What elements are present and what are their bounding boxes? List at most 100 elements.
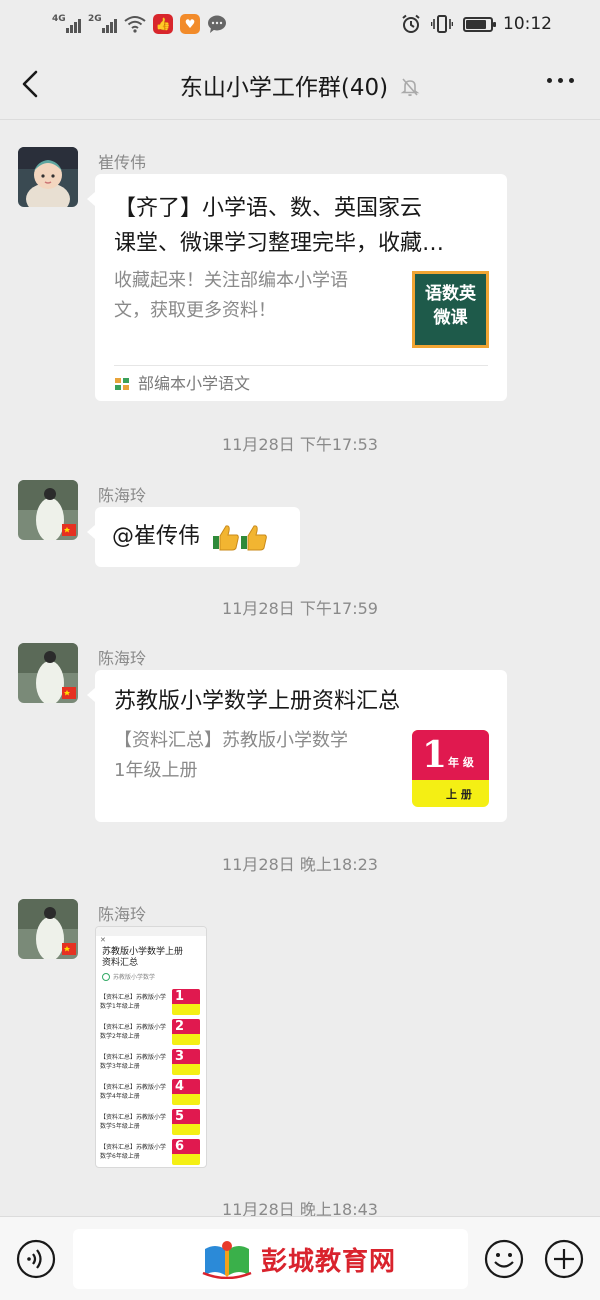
card-thumbnail: 语数英 微课 [412,271,489,348]
image-source-text: 苏教版小学数学 [113,974,156,981]
voice-input-button[interactable] [16,1239,56,1279]
image-row-line-1: 【资料汇总】苏教版小学 [100,1054,167,1061]
timestamp: 11月28日 晚上18:23 [222,855,378,874]
image-row-line-2: 数学5年级上册 [100,1123,140,1130]
image-row-grade-number: 4 [172,1079,200,1094]
status-bar: 4G 2G 👍 ♥ 10:12 [0,0,600,48]
status-right: 10:12 [401,12,552,36]
image-row-thumbnail: 1 [172,989,200,1015]
chat-header: 东山小学工作群(40) [0,48,600,120]
image-row-grade-number: 1 [172,989,200,1004]
image-article-row: 【资料汇总】苏教版小学 数学1年级上册 1 [96,987,206,1017]
mute-bell-icon [400,78,420,97]
image-row-thumbnail: 6 [172,1139,200,1165]
image-row-text: 【资料汇总】苏教版小学 数学5年级上册 [100,1113,170,1131]
thumb-grade-label: 年 级 [448,756,474,769]
wifi-icon [124,16,146,33]
image-row-grade-number: 3 [172,1049,200,1064]
app-heart-icon: ♥ [180,14,200,34]
message-item: 陈海玲 苏教版小学数学上册资料汇总 【资料汇总】苏教版小学数学 1年级上册 1 … [18,643,518,828]
image-row-line-2: 数学3年级上册 [100,1063,140,1070]
thumb-text-1: 语数英 [425,284,476,304]
avatar-woman[interactable] [18,899,78,959]
message-notification-icon [208,15,226,33]
chat-title: 东山小学工作群(40) [179,75,389,101]
image-article-row: 【资料汇总】苏教版小学 数学4年级上册 4 [96,1077,206,1107]
image-row-thumbnail: 5 [172,1109,200,1135]
image-row-text: 【资料汇总】苏教版小学 数学1年级上册 [100,993,170,1011]
sender-name: 陈海玲 [98,649,147,668]
image-row-thumbnail: 3 [172,1049,200,1075]
image-row-line-1: 【资料汇总】苏教版小学 [100,1024,167,1031]
thumb-volume-label: 上 册 [446,788,472,801]
message-input[interactable]: 彭城教育网 [73,1229,468,1289]
image-article-row: 【资料汇总】苏教版小学 数学3年级上册 3 [96,1047,206,1077]
avatar-woman[interactable] [18,643,78,703]
image-article-source: 苏教版小学数学 [96,969,206,984]
card-desc-line-1: 收藏起来！关注部编本小学语 [114,270,348,291]
chat-input-bar: 彭城教育网 [0,1216,600,1300]
status-time: 10:12 [503,14,552,34]
card-description: 收藏起来！关注部编本小学语 文，获取更多资料！ [114,266,348,326]
image-row-line-2: 数学2年级上册 [100,1033,140,1040]
card-desc-line-1: 【资料汇总】苏教版小学数学 [114,730,348,751]
image-row-line-1: 【资料汇总】苏教版小学 [100,1084,167,1091]
image-row-text: 【资料汇总】苏教版小学 数学2年级上册 [100,1023,170,1041]
text-bubble[interactable]: @崔传伟 [87,507,300,567]
image-row-grade-number: 6 [172,1139,200,1154]
image-row-thumbnail: 4 [172,1079,200,1105]
card-source-name: 部编本小学语文 [138,374,251,393]
image-row-line-2: 数学1年级上册 [100,1003,140,1010]
thumbs-up-emoji-icon [213,525,267,551]
more-options-button[interactable] [547,78,574,83]
card-thumbnail: 1 年 级 上 册 [412,730,489,807]
image-row-text: 【资料汇总】苏教版小学 数学6年级上册 [100,1143,170,1161]
image-row-line-1: 【资料汇总】苏教版小学 [100,994,167,1001]
chat-title-wrap: 东山小学工作群(40) [0,68,600,102]
message-text-row: @崔传伟 [112,522,268,552]
image-row-line-1: 【资料汇总】苏教版小学 [100,1114,167,1121]
thumb-text-2: 微课 [433,308,468,328]
card-title-line-2: 课堂、微课学习整理完毕，收藏… [114,231,445,256]
card-title: 【齐了】小学语、数、英国家云 课堂、微课学习整理完毕，收藏… [114,191,444,261]
link-card-bubble[interactable]: 苏教版小学数学上册资料汇总 【资料汇总】苏教版小学数学 1年级上册 1 年 级 … [87,670,507,822]
link-card-bubble[interactable]: 【齐了】小学语、数、英国家云 课堂、微课学习整理完毕，收藏… 收藏起来！关注部编… [87,174,507,401]
emoji-button[interactable] [484,1239,524,1279]
sender-name: 陈海玲 [98,486,147,505]
signal-2g-icon: 2G [88,15,117,33]
brand-logo-icon [202,1241,252,1279]
message-text: @崔传伟 [112,524,201,549]
sender-name: 陈海玲 [98,905,147,924]
image-message[interactable]: ✕ 苏教版小学数学上册资料汇总 苏教版小学数学 【资料汇总】苏教版小学 数学1年级… [95,926,207,1168]
image-row-grade-number: 5 [172,1109,200,1124]
status-left: 4G 2G 👍 ♥ [52,12,227,36]
timestamp: 11月28日 下午17:53 [222,435,378,454]
network-type-1: 4G [52,14,66,24]
image-article-title: 苏教版小学数学上册资料汇总 [102,947,184,968]
thumb-grade-number: 1 [422,734,448,776]
battery-icon [463,16,496,32]
card-source: 部编本小学语文 [114,365,488,401]
avatar-baby[interactable] [18,147,78,207]
card-desc-line-2: 1年级上册 [114,760,198,781]
card-title-line-1: 【齐了】小学语、数、英国家云 [114,196,423,221]
message-item: 陈海玲 @崔传伟 [18,480,518,570]
image-row-text: 【资料汇总】苏教版小学 数学4年级上册 [100,1083,170,1101]
card-desc-line-2: 文，获取更多资料！ [114,300,276,321]
network-type-2: 2G [88,14,102,24]
image-row-text: 【资料汇总】苏教版小学 数学3年级上册 [100,1053,170,1071]
alarm-icon [402,14,420,33]
avatar-woman[interactable] [18,480,78,540]
image-article-row: 【资料汇总】苏教版小学 数学5年级上册 5 [96,1107,206,1137]
sender-name: 崔传伟 [98,153,147,172]
card-description: 【资料汇总】苏教版小学数学 1年级上册 [114,726,348,786]
more-functions-button[interactable] [544,1239,584,1279]
image-status-strip [96,927,206,936]
vibrate-icon [431,15,453,33]
image-row-line-1: 【资料汇总】苏教版小学 [100,1144,167,1151]
app-notification-icon: 👍 [153,14,173,34]
image-row-thumbnail: 2 [172,1019,200,1045]
image-article-row: 【资料汇总】苏教版小学 数学6年级上册 6 [96,1137,206,1167]
image-row-line-2: 数学6年级上册 [100,1153,140,1160]
card-title: 苏教版小学数学上册资料汇总 [114,689,401,714]
